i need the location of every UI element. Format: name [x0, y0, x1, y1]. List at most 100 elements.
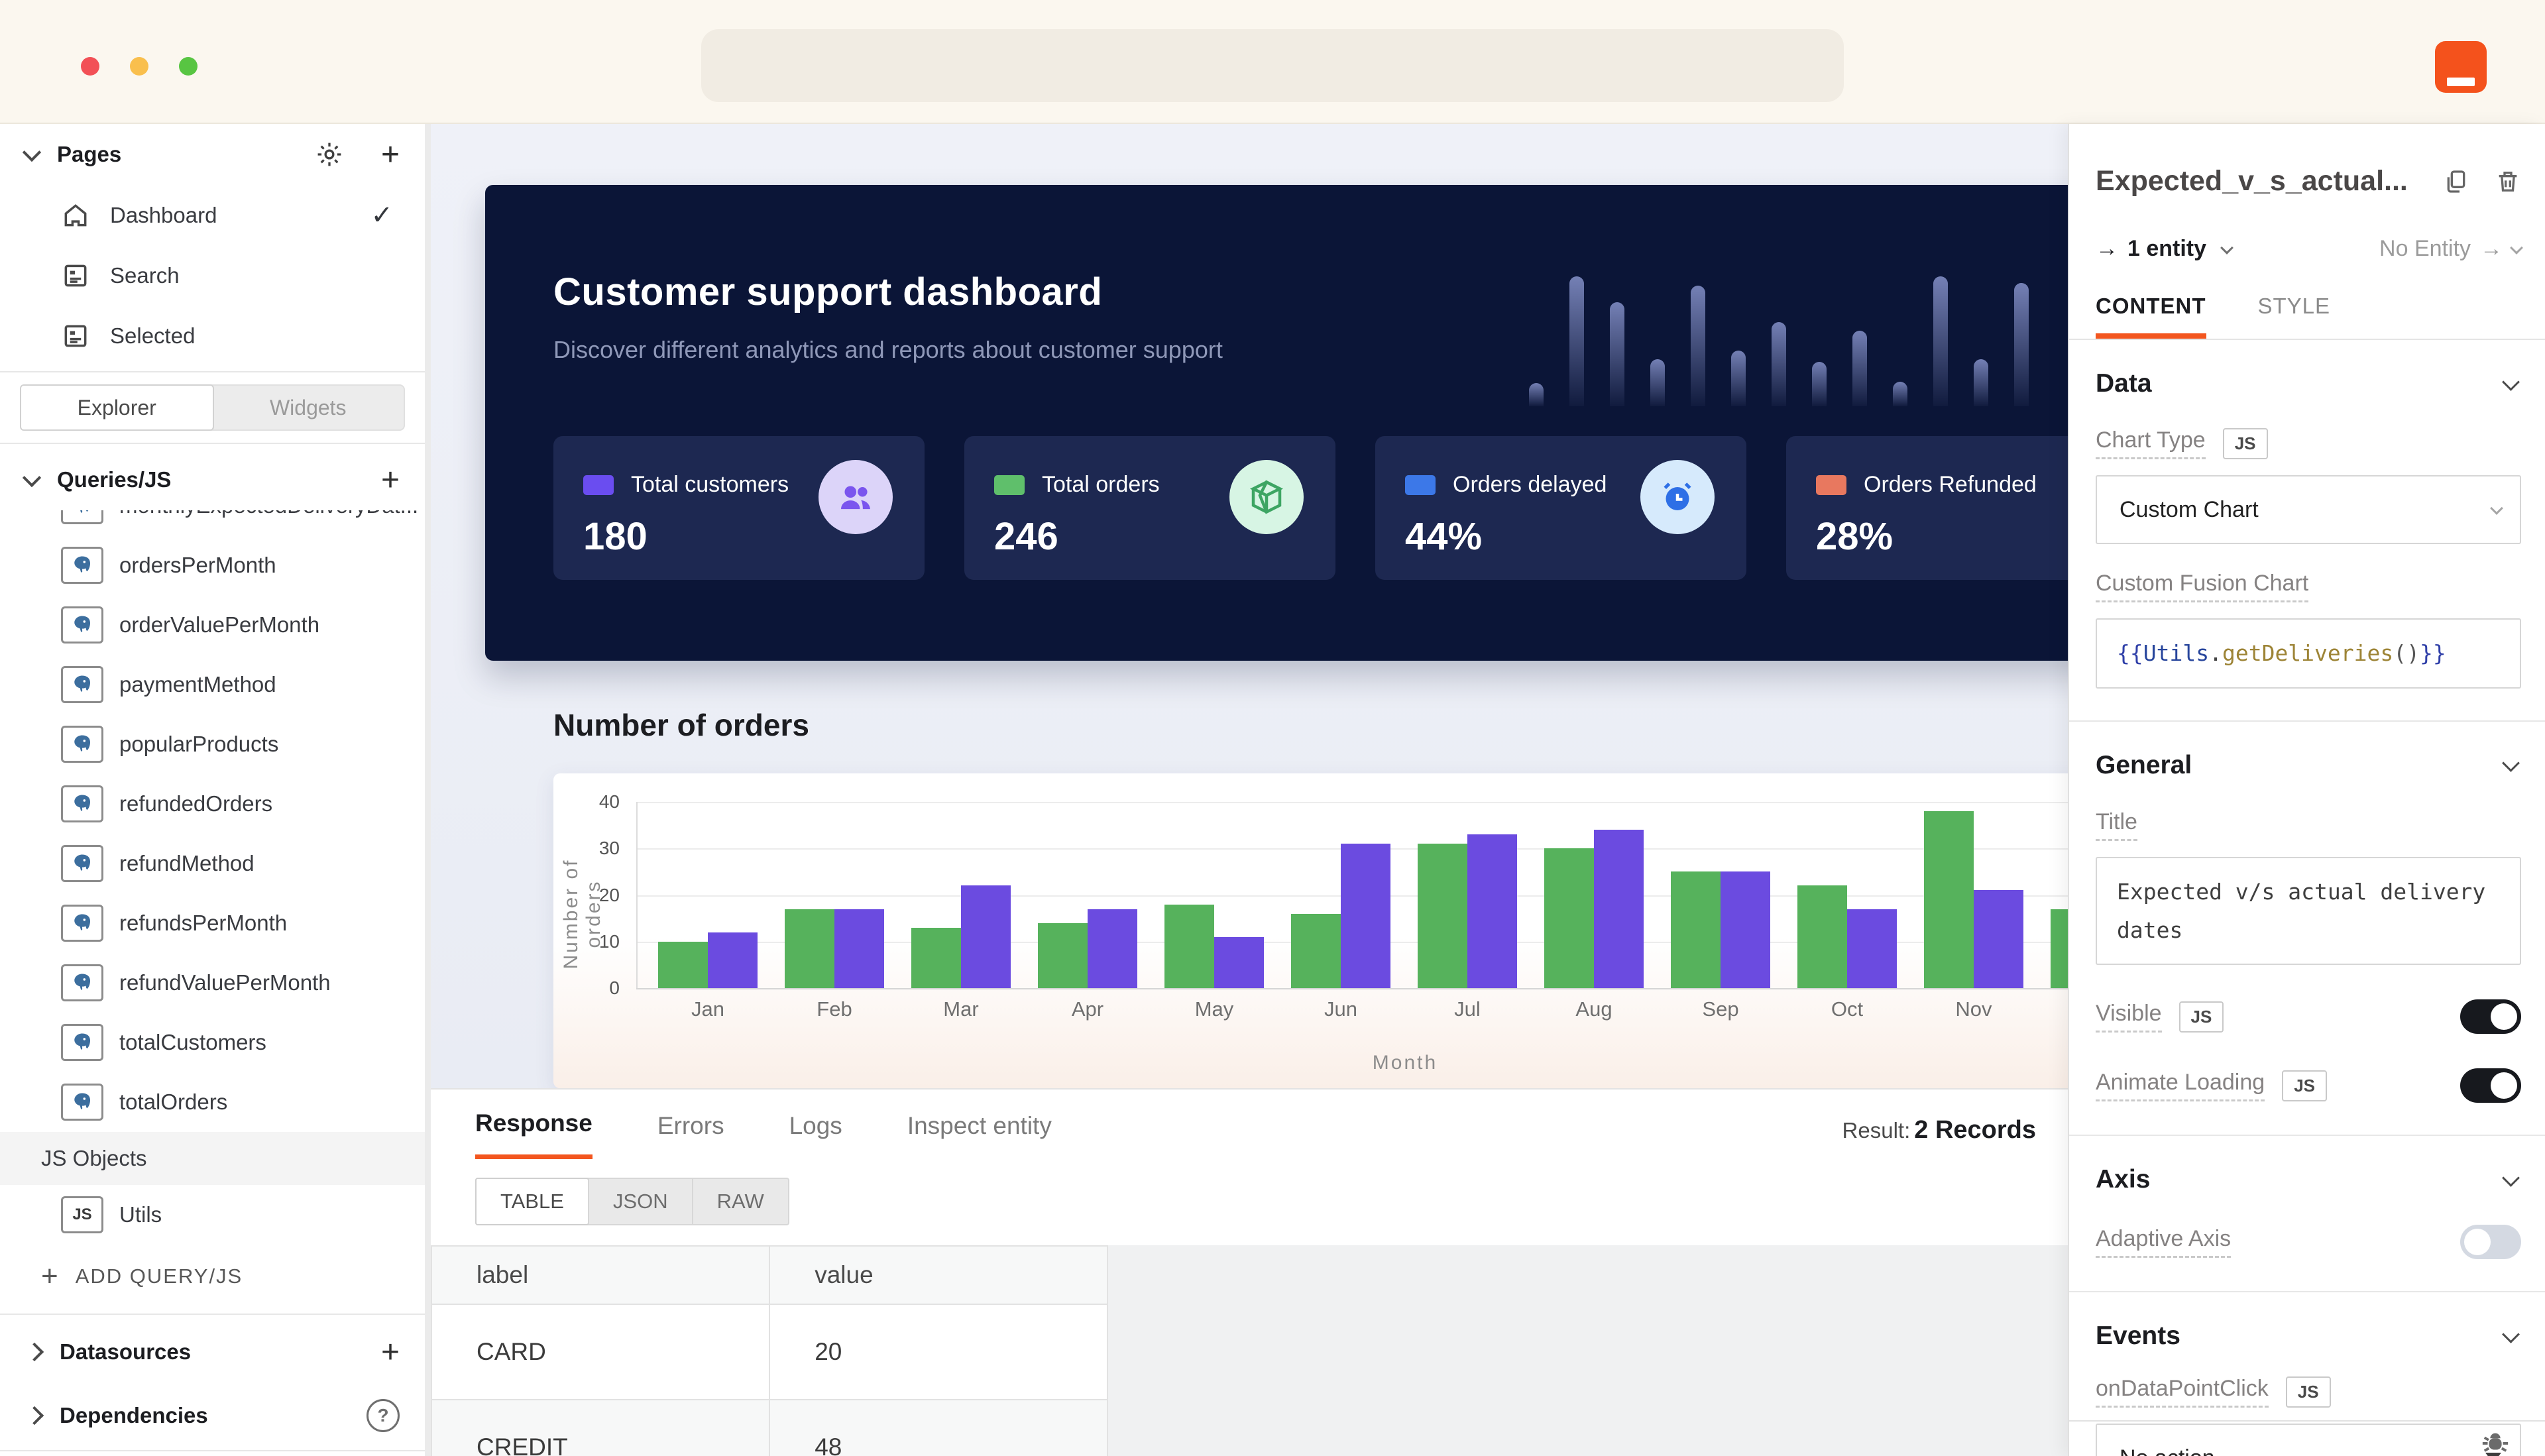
add-query-js-button[interactable]: + ADD QUERY/JS	[0, 1245, 425, 1308]
chart-bar-green-series[interactable]	[1418, 844, 1467, 988]
query-item[interactable]: refundValuePerMonth	[0, 953, 425, 1013]
pane-tab-content[interactable]: CONTENT	[2096, 294, 2206, 339]
chart-bar-purple-series[interactable]	[708, 932, 758, 988]
query-item[interactable]: refundsPerMonth	[0, 893, 425, 953]
minimize-window-button[interactable]	[130, 57, 148, 76]
chart-bar-green-series[interactable]	[1797, 885, 1847, 988]
pages-section-header[interactable]: Pages +	[0, 124, 425, 185]
add-page-button[interactable]: +	[381, 137, 400, 173]
data-section-header[interactable]: Data	[2096, 369, 2521, 398]
js-toggle-button[interactable]: JS	[2282, 1070, 2327, 1101]
stat-card[interactable]: Total customers180	[553, 436, 925, 580]
page-label: Search	[110, 263, 180, 288]
mode-raw[interactable]: RAW	[692, 1179, 788, 1224]
visible-toggle[interactable]	[2460, 999, 2521, 1034]
pane-tab-style[interactable]: STYLE	[2258, 294, 2331, 339]
orders-bar-chart-widget[interactable]: 010203040JanFebMarAprMayJunJulAugSepOctN…	[553, 773, 2068, 1088]
query-item[interactable]: refundedOrders	[0, 774, 425, 834]
tab-explorer[interactable]: Explorer	[20, 384, 214, 431]
custom-fusion-chart-input[interactable]: {{Utils.getDeliveries()}}	[2096, 618, 2521, 689]
stat-card[interactable]: Orders Refunded28%	[1786, 436, 2068, 580]
add-query-button[interactable]: +	[381, 462, 400, 498]
tab-logs[interactable]: Logs	[789, 1112, 842, 1157]
queries-section-header[interactable]: Queries/JS +	[0, 449, 425, 510]
chart-bar-green-series[interactable]	[1924, 811, 1974, 988]
maximize-window-button[interactable]	[179, 57, 198, 76]
chart-bar-green-series[interactable]	[911, 928, 961, 988]
chart-bar-purple-series[interactable]	[961, 885, 1011, 988]
chart-bar-purple-series[interactable]	[1594, 830, 1644, 988]
title-input[interactable]: Expected v/s actual delivery dates	[2096, 857, 2521, 966]
chart-bar-purple-series[interactable]	[1088, 909, 1137, 988]
mode-json[interactable]: JSON	[588, 1179, 692, 1224]
delete-widget-icon[interactable]	[2495, 168, 2521, 195]
copy-widget-icon[interactable]	[2443, 168, 2469, 195]
tab-response[interactable]: Response	[475, 1109, 593, 1159]
chart-bar-purple-series[interactable]	[1467, 834, 1517, 988]
hero-container-widget[interactable]: Customer support dashboard Discover diff…	[485, 185, 2068, 661]
widget-name[interactable]: Expected_v_s_actual...	[2096, 165, 2418, 197]
chart-bar-green-series[interactable]	[1164, 905, 1214, 988]
general-section-header[interactable]: General	[2096, 751, 2521, 780]
help-icon[interactable]: ?	[367, 1399, 400, 1432]
chart-bar-purple-series[interactable]	[1974, 890, 2023, 988]
query-item[interactable]: orderValuePerMonth	[0, 595, 425, 655]
chart-bar-purple-series[interactable]	[1721, 871, 1770, 988]
js-object-item[interactable]: JSUtils	[0, 1185, 425, 1245]
js-objects-group-label[interactable]: JS Objects	[0, 1132, 425, 1185]
tab-errors[interactable]: Errors	[657, 1112, 724, 1157]
chart-bar-green-series[interactable]	[1291, 914, 1341, 988]
query-item[interactable]: monthlyExpectedDeliveryDat...	[0, 510, 425, 535]
chart-bar-green-series[interactable]	[658, 942, 708, 988]
chart-bar-green-series[interactable]	[1671, 871, 1721, 988]
chart-bar-green-series[interactable]	[1544, 848, 1594, 988]
address-bar[interactable]	[701, 29, 1844, 102]
table-row[interactable]: CREDIT48	[431, 1400, 1107, 1456]
chart-bar-green-series[interactable]	[1038, 923, 1088, 988]
stat-card[interactable]: Total orders246	[964, 436, 1335, 580]
js-toggle-button[interactable]: JS	[2286, 1376, 2331, 1408]
sidebar-item-selected[interactable]: Selected	[0, 306, 425, 366]
response-table[interactable]: labelvalue CARD20CREDIT48	[431, 1245, 1108, 1456]
stat-card[interactable]: Orders delayed44%	[1375, 436, 1746, 580]
query-item[interactable]: ordersPerMonth	[0, 535, 425, 595]
sidebar-item-dashboard[interactable]: Dashboard✓	[0, 185, 425, 245]
sidebar-item-search[interactable]: Search	[0, 245, 425, 306]
query-item[interactable]: refundMethod	[0, 834, 425, 893]
close-window-button[interactable]	[81, 57, 99, 76]
chart-bar-purple-series[interactable]	[834, 909, 884, 988]
animate-loading-toggle[interactable]	[2460, 1068, 2521, 1103]
pages-settings-gear-icon[interactable]	[315, 140, 344, 169]
axis-section-header[interactable]: Axis	[2096, 1165, 2521, 1194]
chart-type-select[interactable]: Custom Chart	[2096, 475, 2521, 544]
chart-bar-purple-series[interactable]	[1847, 909, 1897, 988]
chart-bar-purple-series[interactable]	[1341, 844, 1390, 988]
chart-bar-green-series[interactable]	[785, 909, 834, 988]
chart-bar-green-series[interactable]	[2051, 909, 2068, 988]
dependencies-section-header[interactable]: Dependencies ?	[0, 1384, 425, 1447]
appsmith-logo-icon[interactable]	[2435, 41, 2487, 93]
adaptive-axis-toggle[interactable]	[2460, 1225, 2521, 1259]
js-toggle-button[interactable]: JS	[2179, 1001, 2224, 1033]
page-icon	[61, 261, 95, 290]
add-datasource-button[interactable]: +	[381, 1334, 400, 1371]
incoming-entities-dropdown[interactable]: → 1 entity	[2096, 236, 2232, 262]
window-titlebar	[0, 0, 2545, 124]
debug-bug-icon[interactable]	[2480, 1427, 2511, 1456]
mode-table[interactable]: TABLE	[475, 1178, 589, 1225]
query-item[interactable]: totalOrders	[0, 1072, 425, 1132]
outgoing-entities-dropdown[interactable]: No Entity →	[2379, 236, 2521, 262]
app-canvas[interactable]: Customer support dashboard Discover diff…	[431, 124, 2068, 1088]
query-item[interactable]: paymentMethod	[0, 655, 425, 714]
chart-bar-purple-series[interactable]	[1214, 937, 1264, 988]
js-toggle-button[interactable]: JS	[2223, 428, 2268, 459]
tab-inspect-entity[interactable]: Inspect entity	[907, 1112, 1052, 1157]
ondatapointclick-label: onDataPointClick	[2096, 1376, 2269, 1408]
query-item[interactable]: totalCustomers	[0, 1013, 425, 1072]
table-row[interactable]: CARD20	[431, 1304, 1107, 1400]
query-item[interactable]: popularProducts	[0, 714, 425, 774]
events-section-header[interactable]: Events	[2096, 1321, 2521, 1351]
pages-list: Dashboard✓ Search Selected	[0, 185, 425, 366]
datasources-section-header[interactable]: Datasources +	[0, 1320, 425, 1384]
tab-widgets[interactable]: Widgets	[213, 386, 404, 429]
